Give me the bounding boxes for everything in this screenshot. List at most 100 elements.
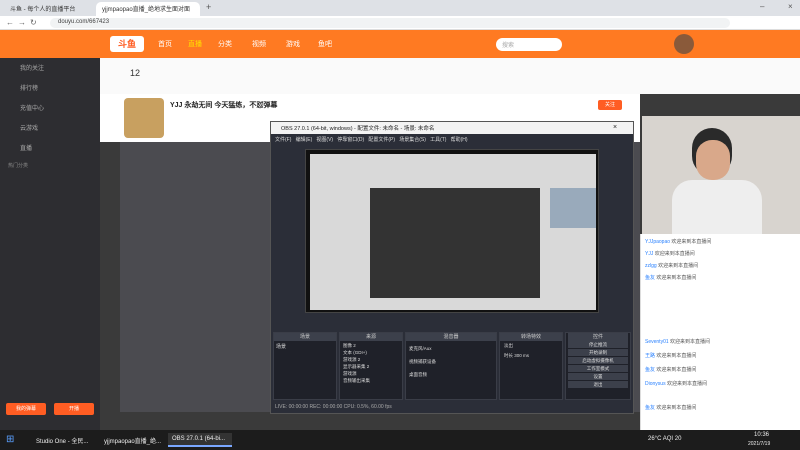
virtual-camera-button[interactable]: 启动虚拟摄像机 xyxy=(568,357,628,364)
obs-menu-help[interactable]: 帮助(H) xyxy=(451,137,468,143)
source-item[interactable]: 图像 2 xyxy=(343,342,399,349)
minimize-icon[interactable]: – xyxy=(760,2,764,11)
nav-category[interactable]: 分类 xyxy=(218,39,232,49)
danmu-button[interactable]: 我的弹幕 xyxy=(6,403,46,415)
webcam-overlay xyxy=(642,116,800,234)
sources-dock-title: 来源 xyxy=(340,333,402,341)
sources-dock: 来源 图像 2 文本 (GDI+) 游戏源 2 显示器采集 2 游戏源 音频输出… xyxy=(339,332,403,400)
nav-home[interactable]: 首页 xyxy=(158,39,172,49)
obs-menu-dock[interactable]: 停靠窗口(D) xyxy=(337,137,364,143)
transition-select[interactable]: 淡出 xyxy=(500,341,562,351)
category-row: 12 xyxy=(100,58,800,94)
person-face xyxy=(696,140,730,180)
search-input[interactable]: 搜索 xyxy=(496,38,562,51)
chat-panel: YJJpaopao 欢迎来到本直播间 YJJ 欢迎来到本直播间 zzlgg 欢迎… xyxy=(640,234,800,430)
obs-menu-profile[interactable]: 配置文件(P) xyxy=(368,137,395,143)
source-item[interactable]: 游戏源 2 xyxy=(343,356,399,363)
chat-line: 鱼友 欢迎来到本直播间 xyxy=(645,367,697,373)
obs-menu-file[interactable]: 文件(F) xyxy=(275,137,291,143)
transitions-dock: 转场特效 淡出 时长 300 ms xyxy=(499,332,563,400)
mixer-dock: 混音器 麦克风/Aux 视频捕获设备 桌面音频 xyxy=(405,332,497,400)
anchor-avatar[interactable] xyxy=(124,98,164,138)
stop-stream-button[interactable]: 停止推流 xyxy=(568,341,628,348)
chat-line: Dionysus 欢迎来到本直播间 xyxy=(645,381,707,387)
duration-label: 时长 xyxy=(504,353,513,358)
obs-title-bar: OBS 27.0.1 (64-bit, windows) - 配置文件: 未命名… xyxy=(271,122,633,134)
obs-preview[interactable] xyxy=(305,149,599,313)
room-title: YJJ 永劫无间 今天猛练，不怼弹幕 xyxy=(170,102,278,109)
nav-game[interactable]: 游戏 xyxy=(286,39,300,49)
source-item[interactable]: 音频输出采集 xyxy=(343,377,399,384)
mixer-dock-title: 混音器 xyxy=(406,333,496,341)
obs-menu-edit[interactable]: 编辑(E) xyxy=(296,137,313,143)
exit-button[interactable]: 退出 xyxy=(568,381,628,388)
sidebar-item-cloudgame[interactable]: 云游戏 xyxy=(0,118,100,136)
clock-date[interactable]: 2021/7/19 xyxy=(748,441,770,447)
sidebar-item-live[interactable]: 直播 xyxy=(0,138,100,156)
forward-icon[interactable]: → xyxy=(18,18,26,27)
sidebar-item-follow[interactable]: 我的关注 xyxy=(0,58,100,76)
chat-line: 王路 欢迎来到本直播间 xyxy=(645,353,697,359)
clock-time[interactable]: 10:36 xyxy=(754,432,769,438)
obs-nested-webcam xyxy=(550,188,596,228)
chat-line: YJJpaopao 欢迎来到本直播间 xyxy=(645,239,712,245)
controls-dock-title: 控件 xyxy=(568,333,628,341)
obs-menu-scenes[interactable]: 场景集合(S) xyxy=(399,137,426,143)
taskbar-item-browser[interactable]: yjjmpaopao直播_绝... xyxy=(100,433,164,447)
scene-item[interactable]: 场景 xyxy=(274,341,336,352)
obs-menu-tools[interactable]: 工具(T) xyxy=(430,137,446,143)
close-icon[interactable]: × xyxy=(788,2,793,11)
sidebar-item-recharge[interactable]: 充值中心 xyxy=(0,98,100,116)
duration-input[interactable]: 300 ms xyxy=(514,353,529,358)
obs-menu-view[interactable]: 视图(V) xyxy=(316,137,333,143)
sidebar-section-title: 热门分类 xyxy=(8,163,29,169)
windows-start-icon[interactable]: ⊞ xyxy=(6,434,18,446)
taskbar: ⊞ Studio One - 全民... yjjmpaopao直播_绝... O… xyxy=(0,430,800,450)
obs-window: OBS 27.0.1 (64-bit, windows) - 配置文件: 未命名… xyxy=(270,121,634,414)
start-live-button[interactable]: 开播 xyxy=(54,403,94,415)
browser-tab[interactable]: 斗鱼 - 每个人的直播平台 xyxy=(4,2,94,16)
url-input[interactable]: douyu.com/667423 xyxy=(50,18,730,28)
weather-widget[interactable]: 26°C AQI 20 xyxy=(648,436,681,442)
nav-live[interactable]: 直播 xyxy=(188,39,202,49)
scenes-dock-title: 场景 xyxy=(274,333,336,341)
site-header: 斗鱼 首页 直播 分类 视频 游戏 鱼吧 搜索 xyxy=(0,30,800,58)
nav-fishbar[interactable]: 鱼吧 xyxy=(318,39,332,49)
chat-line: 鱼友 欢迎来到本直播间 xyxy=(645,275,697,281)
mixer-channel: 麦克风/Aux xyxy=(409,346,432,351)
source-item[interactable]: 文本 (GDI+) xyxy=(343,349,399,356)
obs-close-icon[interactable]: × xyxy=(613,124,617,131)
browser-tab-active[interactable]: yjjmpaopao直播_绝地求生面对面 xyxy=(96,2,200,16)
person-shirt xyxy=(672,180,762,234)
start-recording-button[interactable]: 开始录制 xyxy=(568,349,628,356)
source-item[interactable]: 显示器采集 2 xyxy=(343,363,399,370)
controls-dock: 控件 停止推流 开始录制 启动虚拟摄像机 工作室模式 设置 退出 xyxy=(565,332,631,400)
mixer-channel: 桌面音频 xyxy=(409,372,427,377)
sidebar-item-rank[interactable]: 排行榜 xyxy=(0,78,100,96)
tab-label: 斗鱼 - 每个人的直播平台 xyxy=(10,7,76,13)
back-icon[interactable]: ← xyxy=(6,18,14,27)
chat-line: YJJ 欢迎来到本直播间 xyxy=(645,251,695,257)
sidebar: 我的关注 排行榜 充值中心 云游戏 直播 热门分类 我的弹幕 开播 xyxy=(0,58,100,430)
chat-line: Seventy01 欢迎来到本直播间 xyxy=(645,339,711,345)
nav-video[interactable]: 视频 xyxy=(252,39,266,49)
source-item[interactable]: 游戏源 xyxy=(343,370,399,377)
transitions-dock-title: 转场特效 xyxy=(500,333,562,341)
taskbar-item-obs[interactable]: OBS 27.0.1 (64-bi... xyxy=(168,433,232,447)
follow-button[interactable]: 关注 xyxy=(598,100,622,110)
avatar[interactable] xyxy=(674,34,694,54)
taskbar-item-studio-one[interactable]: Studio One - 全民... xyxy=(32,433,96,447)
obs-preview-content xyxy=(310,154,596,310)
new-tab-icon[interactable]: + xyxy=(206,2,211,12)
reload-icon[interactable]: ↻ xyxy=(30,18,37,27)
studio-mode-button[interactable]: 工作室模式 xyxy=(568,365,628,372)
site-logo[interactable]: 斗鱼 xyxy=(110,36,144,52)
browser-tab-bar: 斗鱼 - 每个人的直播平台 yjjmpaopao直播_绝地求生面对面 + – × xyxy=(0,0,800,16)
address-bar: ← → ↻ douyu.com/667423 xyxy=(0,16,800,30)
mixer-channel: 视频捕获设备 xyxy=(409,359,436,364)
chat-line: 鱼友 欢迎来到本直播间 xyxy=(645,405,697,411)
obs-status-bar: LIVE: 00:00:00 REC: 00:00:00 CPU: 0.5%, … xyxy=(271,402,633,413)
tab-label: yjjmpaopao直播_绝地求生面对面 xyxy=(102,7,191,13)
settings-button[interactable]: 设置 xyxy=(568,373,628,380)
viewer-count: 12 xyxy=(130,68,141,78)
